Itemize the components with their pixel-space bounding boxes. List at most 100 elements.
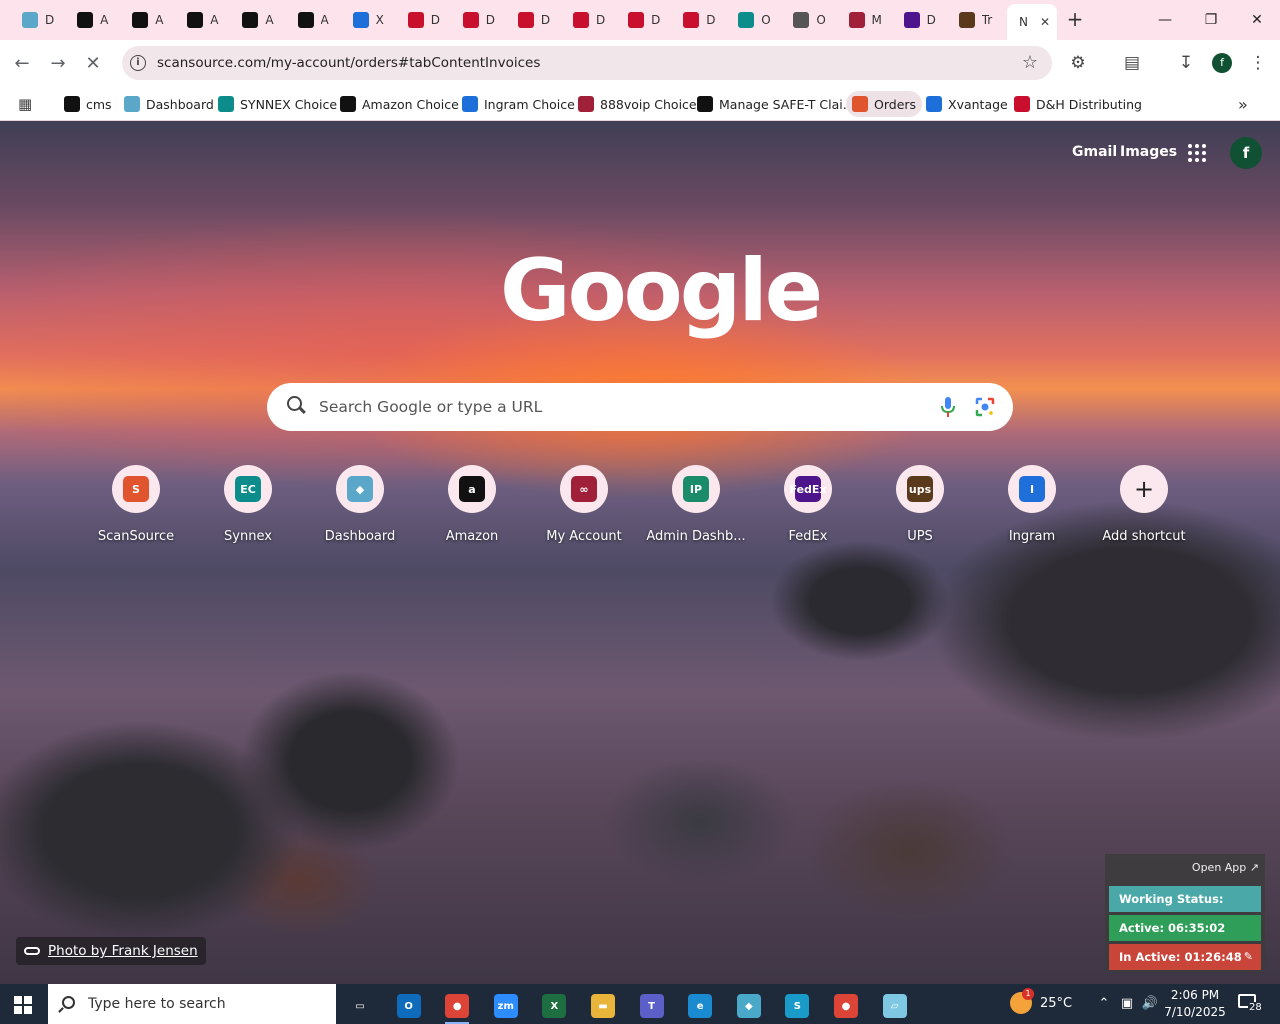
shortcut-tile[interactable]: FedEx FedEx: [752, 465, 864, 555]
apps-grid-icon[interactable]: ▦: [12, 91, 38, 117]
volume-icon[interactable]: 🔊: [1140, 994, 1160, 1014]
shortcut-icon-circle[interactable]: a: [448, 465, 496, 513]
bookmark-item[interactable]: Orders: [846, 91, 923, 117]
bookmark-item[interactable]: D&H Distributing: [1008, 91, 1148, 117]
bookmark-star-icon[interactable]: ☆: [1022, 52, 1038, 73]
taskbar-app[interactable]: ◆: [729, 988, 769, 1024]
browser-tab[interactable]: O: [726, 6, 780, 34]
edit-pencil-icon[interactable]: ✎: [1244, 944, 1253, 970]
start-button[interactable]: [14, 996, 32, 1014]
browser-tab[interactable]: A: [65, 6, 119, 34]
bookmark-item[interactable]: 888voip Choice: [572, 91, 703, 117]
bookmark-item[interactable]: SYNNEX Choice: [212, 91, 343, 117]
browser-tab[interactable]: D: [506, 6, 560, 34]
bookmark-item[interactable]: Ingram Choice: [456, 91, 581, 117]
taskbar-search-input[interactable]: [88, 984, 328, 1024]
taskbar-app[interactable]: ▬: [583, 988, 623, 1024]
taskbar-app[interactable]: ●: [437, 988, 477, 1024]
browser-tab[interactable]: D: [451, 6, 505, 34]
microphone-icon[interactable]: [941, 397, 955, 417]
browser-tab[interactable]: A: [175, 6, 229, 34]
shortcut-tile[interactable]: ∞ My Account: [528, 465, 640, 555]
browser-tab[interactable]: D: [892, 6, 946, 34]
taskbar-app[interactable]: ▱: [875, 988, 915, 1024]
shortcut-icon-circle[interactable]: ups: [896, 465, 944, 513]
shortcut-tile[interactable]: + Add shortcut: [1088, 465, 1200, 555]
tab-search-icon[interactable]: ▤: [1121, 52, 1143, 74]
shortcut-icon-circle[interactable]: +: [1120, 465, 1168, 513]
download-icon[interactable]: ↧: [1175, 52, 1197, 74]
weather-widget[interactable]: 1 25°C: [1010, 988, 1072, 1014]
bookmark-item[interactable]: Manage SAFE-T Clai...: [691, 91, 861, 117]
new-tab-button[interactable]: +: [1064, 8, 1086, 30]
shortcut-icon-circle[interactable]: EC: [224, 465, 272, 513]
taskbar-app[interactable]: ▭: [340, 988, 380, 1024]
browser-tab[interactable]: D: [10, 6, 64, 34]
bookmark-item[interactable]: Amazon Choice: [334, 91, 465, 117]
bookmark-item[interactable]: Dashboard: [118, 91, 220, 117]
shortcut-tile[interactable]: I Ingram: [976, 465, 1088, 555]
search-input[interactable]: [319, 383, 919, 431]
shortcut-tile[interactable]: S ScanSource: [80, 465, 192, 555]
shortcut-tile[interactable]: ◆ Dashboard: [304, 465, 416, 555]
shortcut-icon-circle[interactable]: S: [112, 465, 160, 513]
taskbar-app[interactable]: T: [632, 988, 672, 1024]
shortcut-icon-circle[interactable]: FedEx: [784, 465, 832, 513]
more-bookmarks-icon[interactable]: »: [1232, 91, 1254, 117]
network-icon[interactable]: ▣: [1117, 994, 1137, 1014]
shortcut-tile[interactable]: a Amazon: [416, 465, 528, 555]
search-box[interactable]: [267, 383, 1013, 431]
browser-tab[interactable]: D: [561, 6, 615, 34]
browser-tab[interactable]: M: [837, 6, 891, 34]
taskbar-app[interactable]: ●: [826, 988, 866, 1024]
google-account-avatar[interactable]: f: [1230, 137, 1262, 169]
address-url[interactable]: scansource.com/my-account/orders#tabCont…: [157, 55, 540, 71]
notification-center-icon[interactable]: 28: [1238, 994, 1263, 1014]
close-tab-icon[interactable]: ✕: [1040, 15, 1050, 29]
profile-avatar[interactable]: f: [1212, 53, 1232, 73]
shortcut-tile[interactable]: EC Synnex: [192, 465, 304, 555]
images-link[interactable]: Images: [1120, 144, 1177, 160]
taskbar-search[interactable]: [48, 984, 336, 1024]
photo-credit-link[interactable]: Photo by Frank Jensen: [16, 937, 206, 965]
google-apps-icon[interactable]: [1188, 144, 1206, 162]
browser-tab[interactable]: A: [230, 6, 284, 34]
browser-tab[interactable]: Tr: [947, 6, 1001, 34]
show-hidden-icons-icon[interactable]: ⌃: [1094, 994, 1114, 1014]
bookmark-item[interactable]: cms: [58, 91, 118, 117]
taskbar-app[interactable]: e: [680, 988, 720, 1024]
address-bar[interactable]: i scansource.com/my-account/orders#tabCo…: [122, 46, 1052, 80]
taskbar-app[interactable]: S: [777, 988, 817, 1024]
browser-tab[interactable]: D: [616, 6, 670, 34]
shortcut-icon-circle[interactable]: IP: [672, 465, 720, 513]
open-app-link[interactable]: Open App ↗: [1192, 861, 1259, 874]
browser-tab[interactable]: O: [781, 6, 835, 34]
browser-tab[interactable]: D: [396, 6, 450, 34]
minimize-button[interactable]: —: [1142, 0, 1188, 40]
taskbar-app[interactable]: X: [534, 988, 574, 1024]
browser-tab[interactable]: A: [120, 6, 174, 34]
forward-button[interactable]: →: [46, 51, 70, 75]
site-info-icon[interactable]: i: [130, 55, 146, 71]
extensions-icon[interactable]: ⚙: [1067, 52, 1089, 74]
gmail-link[interactable]: Gmail: [1072, 144, 1117, 160]
stop-loading-button[interactable]: ✕: [81, 51, 105, 75]
restore-button[interactable]: ❐: [1188, 0, 1234, 40]
bookmark-item[interactable]: Xvantage: [920, 91, 1014, 117]
taskbar-app[interactable]: zm: [486, 988, 526, 1024]
taskbar-app[interactable]: O: [389, 988, 429, 1024]
shortcut-tile[interactable]: ups UPS: [864, 465, 976, 555]
shortcut-tile[interactable]: IP Admin Dashb...: [640, 465, 752, 555]
shortcut-icon-circle[interactable]: ◆: [336, 465, 384, 513]
shortcut-icon-circle[interactable]: ∞: [560, 465, 608, 513]
close-window-button[interactable]: ✕: [1234, 0, 1280, 40]
browser-tab[interactable]: A: [286, 6, 340, 34]
system-clock[interactable]: 2:06 PM 7/10/2025: [1164, 987, 1226, 1021]
browser-tab[interactable]: N ✕: [1007, 4, 1057, 40]
back-button[interactable]: ←: [10, 51, 34, 75]
menu-icon[interactable]: ⋮: [1247, 52, 1269, 74]
browser-tab[interactable]: D: [671, 6, 725, 34]
google-lens-icon[interactable]: [975, 397, 995, 417]
shortcut-icon-circle[interactable]: I: [1008, 465, 1056, 513]
browser-tab[interactable]: X: [341, 6, 395, 34]
